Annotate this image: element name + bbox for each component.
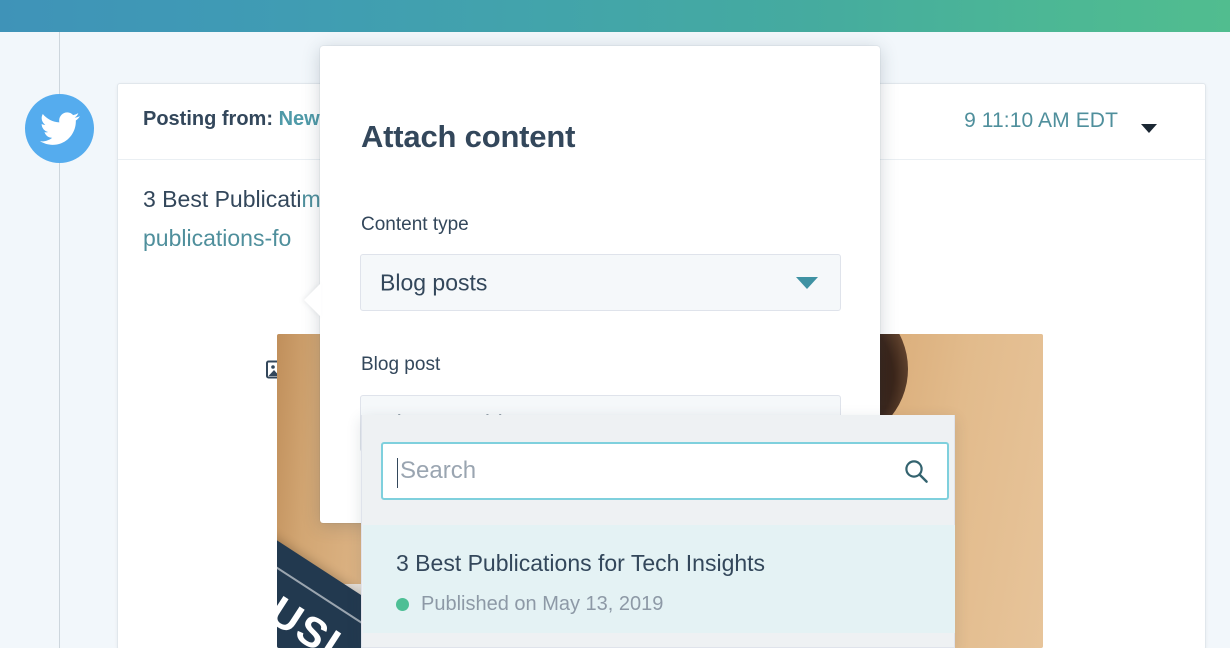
result-status: Published on May 13, 2019 xyxy=(421,593,664,615)
composer-link-line2: publications-fo xyxy=(143,225,292,251)
content-type-select[interactable]: Blog posts xyxy=(360,254,841,311)
blog-post-dropdown-panel: Search 3 Best Publications for Tech Insi… xyxy=(361,415,955,648)
search-input[interactable]: Search xyxy=(400,457,476,485)
twitter-bird-icon xyxy=(39,111,80,145)
content-type-value: Blog posts xyxy=(380,269,488,295)
chevron-down-icon xyxy=(796,276,818,289)
posting-from: Posting from: New xyxy=(143,108,320,131)
blog-post-label: Blog post xyxy=(361,354,441,375)
status-dot-icon xyxy=(396,598,409,611)
scheduled-time[interactable]: 9 11:10 AM EDT xyxy=(964,109,1118,133)
result-meta: Published on May 13, 2019 xyxy=(396,593,663,616)
content-type-label: Content type xyxy=(361,214,469,235)
app-stage: Posting from: New 9 11:10 AM EDT 3 Best … xyxy=(0,0,1230,648)
modal-title: Attach content xyxy=(361,119,576,154)
search-input-wrapper[interactable]: Search xyxy=(381,442,949,500)
result-title: 3 Best Publications for Tech Insights xyxy=(396,550,766,576)
composer-text-line1: 3 Best Publicati xyxy=(143,186,302,212)
chevron-down-icon[interactable] xyxy=(1141,124,1157,133)
posting-from-account[interactable]: New xyxy=(279,108,320,130)
twitter-avatar xyxy=(25,94,94,163)
posting-from-label: Posting from: xyxy=(143,108,273,130)
text-cursor xyxy=(397,458,398,488)
modal-pointer-arrow xyxy=(304,283,321,317)
search-results-list: 3 Best Publications for Tech Insights Pu… xyxy=(363,525,955,647)
top-gradient-bar xyxy=(0,0,1230,32)
search-icon[interactable] xyxy=(903,458,929,484)
list-item[interactable]: 3 Best Publications for Tech Insights Pu… xyxy=(363,525,955,633)
